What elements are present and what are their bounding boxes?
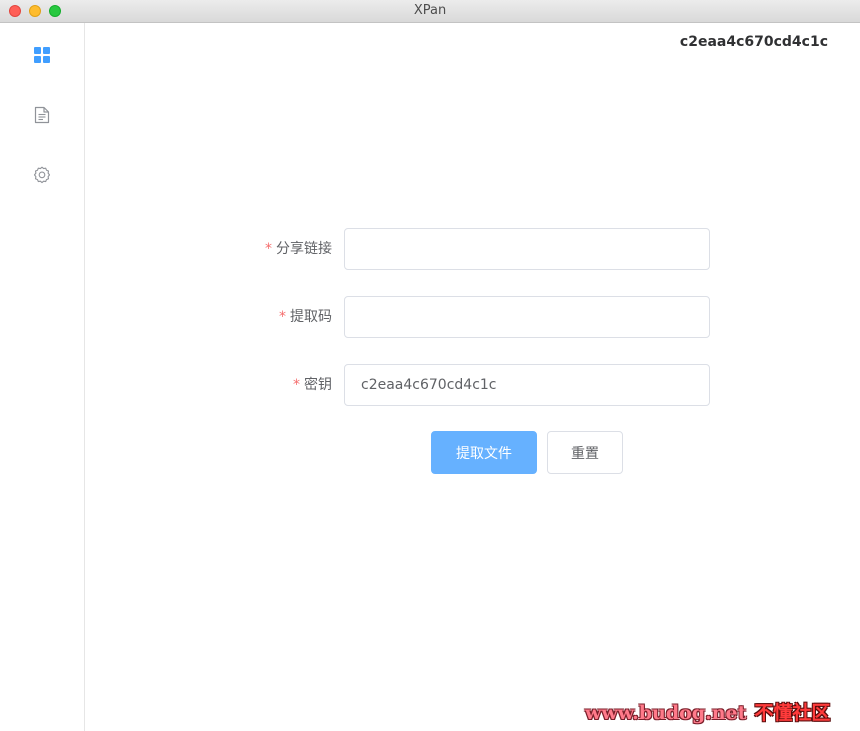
- sidebar-item-apps[interactable]: [26, 39, 58, 71]
- required-mark: *: [265, 241, 272, 257]
- required-mark: *: [279, 309, 286, 325]
- sidebar-item-settings[interactable]: [26, 159, 58, 191]
- share-link-row: * 分享链接: [230, 228, 710, 270]
- required-mark: *: [293, 377, 300, 393]
- share-link-label: * 分享链接: [230, 228, 332, 270]
- share-link-input[interactable]: [344, 228, 710, 270]
- watermark-url: www.budog.net: [585, 702, 747, 724]
- extract-code-label: * 提取码: [230, 296, 332, 338]
- gear-icon: [33, 166, 51, 184]
- secret-key-row: * 密钥: [230, 364, 710, 406]
- user-key-label: c2eaa4c670cd4c1c: [679, 34, 828, 50]
- document-icon: [34, 106, 50, 124]
- share-link-label-text: 分享链接: [276, 241, 332, 257]
- watermark-name: 不懂社区: [754, 702, 831, 724]
- extract-code-label-text: 提取码: [290, 309, 332, 325]
- secret-key-input[interactable]: [344, 364, 710, 406]
- sidebar-item-documents[interactable]: [26, 99, 58, 131]
- watermark: www.budog.net 不懂社区: [585, 698, 830, 725]
- extract-file-button[interactable]: 提取文件: [431, 431, 537, 474]
- sidebar: [0, 23, 85, 731]
- extract-code-row: * 提取码: [230, 296, 710, 338]
- reset-button[interactable]: 重置: [547, 431, 623, 474]
- window-title: XPan: [413, 3, 447, 18]
- window-titlebar: XPan: [0, 0, 860, 23]
- apps-grid-icon: [34, 47, 50, 63]
- extract-code-input[interactable]: [344, 296, 710, 338]
- secret-key-label: * 密钥: [230, 364, 332, 406]
- secret-key-label-text: 密钥: [304, 377, 332, 393]
